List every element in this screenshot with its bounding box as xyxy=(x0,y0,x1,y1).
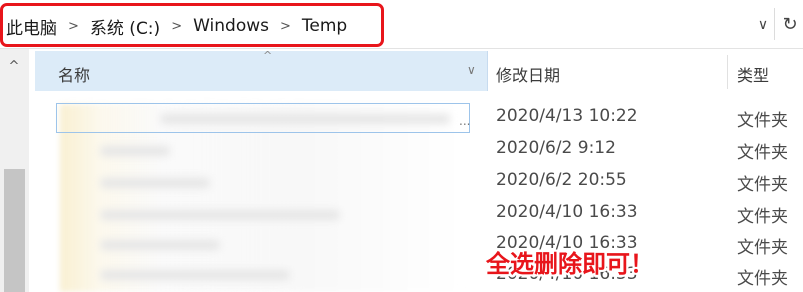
column-divider[interactable] xyxy=(727,55,728,89)
cell-type: 文件夹 xyxy=(737,207,788,227)
divider xyxy=(774,8,775,40)
column-header-type[interactable]: 类型 xyxy=(737,62,769,86)
column-header-date-modified[interactable]: 修改日期 xyxy=(496,62,560,86)
cell-date-modified: 2020/4/13 10:22 xyxy=(496,106,638,126)
annotation-text: 全选删除即可！ xyxy=(486,250,654,278)
cell-date-modified: 2020/4/10 16:33 xyxy=(496,202,638,222)
scrollbar[interactable]: ^ xyxy=(0,49,29,292)
refresh-icon[interactable]: ↻ xyxy=(780,12,800,36)
column-header-name-label: 名称 xyxy=(58,66,91,85)
blurred-text xyxy=(100,178,210,188)
chevron-down-icon[interactable]: ∨ xyxy=(467,63,476,77)
highlight-box xyxy=(0,3,384,47)
column-header-name[interactable]: ^ 名称 ∨ xyxy=(35,49,488,91)
truncation-ellipsis: ... xyxy=(459,114,471,128)
cell-type: 文件夹 xyxy=(737,269,788,289)
sort-ascending-icon: ^ xyxy=(263,49,273,62)
cell-date-modified: 2020/6/2 20:55 xyxy=(496,170,627,190)
blurred-text xyxy=(100,270,290,280)
cell-type: 文件夹 xyxy=(737,143,788,163)
cell-type: 文件夹 xyxy=(737,175,788,195)
scrollbar-thumb[interactable] xyxy=(4,169,25,292)
chevron-down-icon[interactable]: ∨ xyxy=(754,14,772,36)
table-row-focused[interactable] xyxy=(56,103,470,133)
cell-type: 文件夹 xyxy=(737,111,788,131)
blurred-text xyxy=(100,146,170,156)
blurred-text xyxy=(100,210,340,220)
chevron-up-icon[interactable]: ^ xyxy=(3,59,25,75)
blurred-text xyxy=(100,240,220,250)
cell-type: 文件夹 xyxy=(737,238,788,258)
address-bar[interactable]: 此电脑 > 系统 (C:) > Windows > Temp ∨ ↻ xyxy=(0,0,803,49)
cell-date-modified: 2020/6/2 9:12 xyxy=(496,138,616,158)
